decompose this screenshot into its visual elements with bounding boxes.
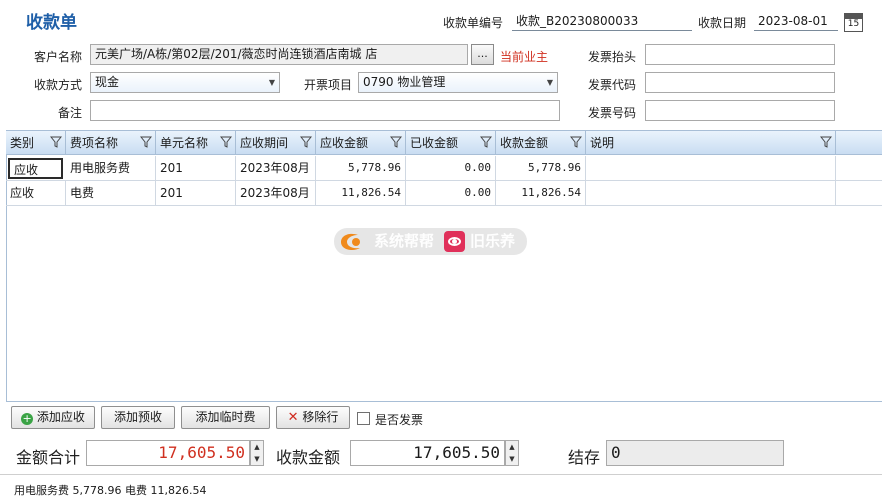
spin-down-icon[interactable]: ▼ <box>506 453 518 465</box>
cell-receivable[interactable]: 11,826.54 <box>316 181 406 206</box>
cell-note[interactable] <box>586 156 836 181</box>
filter-icon[interactable] <box>140 136 152 148</box>
add-prepayment-button[interactable]: 添加预收 <box>101 406 175 429</box>
watermark-text-right: 旧乐养 <box>470 232 516 250</box>
table-row[interactable]: 应收 用电服务费 201 2023年08月 5,778.96 0.00 5,77… <box>6 156 882 181</box>
watermark-logo-icon <box>341 233 360 250</box>
filter-icon[interactable] <box>50 136 62 148</box>
cell-fee-item[interactable]: 用电服务费 <box>66 156 156 181</box>
date-field[interactable]: 2023-08-01 <box>754 11 838 31</box>
filter-icon[interactable] <box>220 136 232 148</box>
total-amount-field[interactable]: 17,605.50 <box>86 440 250 466</box>
balance-field[interactable]: 0 <box>606 440 784 466</box>
invoice-number-field[interactable] <box>645 100 835 121</box>
column-header-label: 应收期间 <box>240 136 289 150</box>
cell-period[interactable]: 2023年08月 <box>236 156 316 181</box>
cell-received[interactable]: 0.00 <box>406 156 496 181</box>
remark-label: 备注 <box>58 106 83 120</box>
grid-header: 类别 费项名称 单元名称 应收期间 应收金额 已收金额 收款金额 说明 <box>6 130 882 155</box>
remove-row-button[interactable]: ✕ 移除行 <box>276 406 350 429</box>
column-header-label: 应收金额 <box>320 136 369 150</box>
invoice-code-field[interactable] <box>645 72 835 93</box>
add-temporary-fee-button[interactable]: 添加临时费 <box>181 406 270 429</box>
cell-unit[interactable]: 201 <box>156 156 236 181</box>
remark-field[interactable] <box>90 100 560 121</box>
total-amount-spinner[interactable]: ▲ ▼ <box>250 440 264 466</box>
column-header-note[interactable]: 说明 <box>586 131 836 155</box>
column-header-received[interactable]: 已收金额 <box>406 131 496 155</box>
watermark-eye-icon <box>444 231 465 252</box>
filter-icon[interactable] <box>480 136 492 148</box>
cell-note[interactable] <box>586 181 836 206</box>
column-header-type[interactable]: 类别 <box>6 131 66 155</box>
column-header-label: 费项名称 <box>70 136 119 150</box>
column-header-unit[interactable]: 单元名称 <box>156 131 236 155</box>
invoice-item-value: 0790 物业管理 <box>363 75 446 89</box>
customer-browse-button[interactable]: ... <box>471 44 494 65</box>
payment-amount-label: 收款金额 <box>276 448 341 467</box>
watermark-text-left: 系统帮帮 <box>374 232 435 250</box>
balance-label: 结存 <box>568 448 601 467</box>
add-receivable-label: 添加应收 <box>36 410 85 424</box>
table-row[interactable]: 应收 电费 201 2023年08月 11,826.54 0.00 11,826… <box>6 181 882 206</box>
filter-icon[interactable] <box>390 136 402 148</box>
invoice-title-field[interactable] <box>645 44 835 65</box>
payment-method-label: 收款方式 <box>34 78 83 92</box>
invoice-checkbox-label: 是否发票 <box>375 413 424 427</box>
cell-payment[interactable]: 11,826.54 <box>496 181 586 206</box>
receipt-no-label: 收款单编号 <box>443 16 504 30</box>
column-header-label: 已收金额 <box>410 136 459 150</box>
column-header-label: 收款金额 <box>500 136 549 150</box>
cell-type[interactable]: 应收 <box>8 158 63 179</box>
cell-received[interactable]: 0.00 <box>406 181 496 206</box>
total-amount-label: 金额合计 <box>16 448 81 467</box>
page-title: 收款单 <box>26 13 77 33</box>
dropdown-arrow-icon: ▼ <box>268 78 275 87</box>
column-header-label: 类别 <box>10 136 35 150</box>
current-owner-label: 当前业主 <box>500 50 549 64</box>
calendar-day: 15 <box>847 19 860 29</box>
dropdown-arrow-icon: ▼ <box>546 78 553 87</box>
column-header-payment[interactable]: 收款金额 <box>496 131 586 155</box>
invoice-title-label: 发票抬头 <box>588 50 637 64</box>
invoice-item-label: 开票项目 <box>304 78 353 92</box>
close-icon: ✕ <box>287 410 299 425</box>
spin-down-icon[interactable]: ▼ <box>251 453 263 465</box>
column-header-label: 说明 <box>590 136 615 150</box>
spin-up-icon[interactable]: ▲ <box>506 441 518 453</box>
add-receivable-button[interactable]: + 添加应收 <box>11 406 95 429</box>
receipt-no-field[interactable]: 收款_B20230800033 <box>512 11 692 31</box>
invoice-code-label: 发票代码 <box>588 78 637 92</box>
customer-field[interactable]: 元美广场/A栋/第02层/201/薇恋时尚连锁酒店南城 店 <box>90 44 468 65</box>
filter-icon[interactable] <box>570 136 582 148</box>
spin-up-icon[interactable]: ▲ <box>251 441 263 453</box>
column-header-label: 单元名称 <box>160 136 209 150</box>
add-icon: + <box>21 412 34 425</box>
payment-method-select[interactable]: 现金 ▼ <box>90 72 280 93</box>
cell-unit[interactable]: 201 <box>156 181 236 206</box>
invoice-number-label: 发票号码 <box>588 106 637 120</box>
status-summary: 用电服务费 5,778.96 电费 11,826.54 <box>14 484 207 497</box>
cell-fee-item[interactable]: 电费 <box>66 181 156 206</box>
payment-amount-field[interactable]: 17,605.50 <box>350 440 505 466</box>
payment-amount-spinner[interactable]: ▲ ▼ <box>505 440 519 466</box>
column-header-receivable[interactable]: 应收金额 <box>316 131 406 155</box>
filter-icon[interactable] <box>820 136 832 148</box>
cell-payment[interactable]: 5,778.96 <box>496 156 586 181</box>
cell-receivable[interactable]: 5,778.96 <box>316 156 406 181</box>
column-header-period[interactable]: 应收期间 <box>236 131 316 155</box>
column-header-fee-item[interactable]: 费项名称 <box>66 131 156 155</box>
remove-row-label: 移除行 <box>302 410 339 424</box>
filter-icon[interactable] <box>300 136 312 148</box>
cell-type[interactable]: 应收 <box>6 181 66 206</box>
invoice-checkbox[interactable] <box>357 412 370 425</box>
status-bar: 用电服务费 5,778.96 电费 11,826.54 <box>0 474 882 504</box>
calendar-icon[interactable]: 15 <box>844 13 863 32</box>
payment-method-value: 现金 <box>95 75 120 89</box>
invoice-item-select[interactable]: 0790 物业管理 ▼ <box>358 72 558 93</box>
date-label: 收款日期 <box>698 16 747 30</box>
customer-label: 客户名称 <box>34 50 83 64</box>
watermark: 系统帮帮 旧乐养 <box>334 228 527 255</box>
cell-period[interactable]: 2023年08月 <box>236 181 316 206</box>
